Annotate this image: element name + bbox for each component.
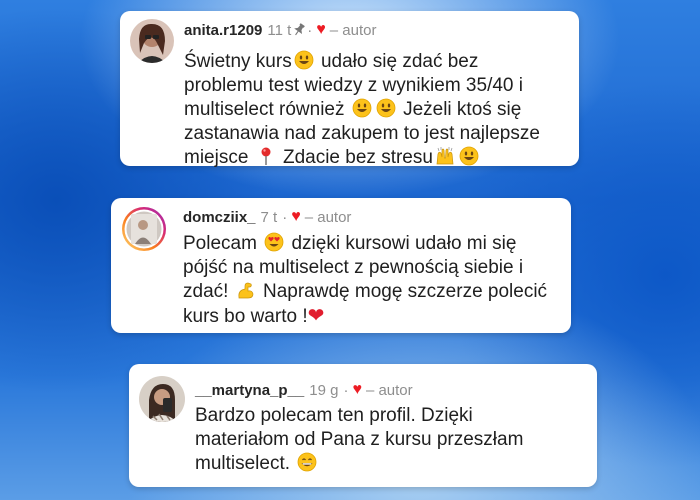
- raising-hands-emoji-icon: [435, 146, 455, 166]
- pin-icon: [292, 23, 306, 37]
- separator-dot: ·: [307, 21, 313, 39]
- liked-heart-icon[interactable]: ♥: [316, 21, 326, 39]
- comment-card: domcziix_ 7 t · ♥ – autor Polecam dzięki…: [111, 198, 571, 333]
- avatar[interactable]: [130, 19, 174, 63]
- separator-dot: ·: [343, 381, 349, 399]
- round-pushpin-emoji-icon: [256, 146, 276, 166]
- author-tag: – autor: [304, 208, 352, 226]
- comment-header: domcziix_ 7 t · ♥ – autor: [183, 208, 351, 226]
- smiley-emoji-icon: [376, 98, 396, 118]
- comment-header: anita.r1209 11 t · ♥ – autor: [184, 21, 377, 39]
- timestamp: 7 t: [260, 208, 278, 226]
- timestamp: 11 t: [267, 21, 292, 39]
- author-tag: – autor: [329, 21, 377, 39]
- timestamp: 19 g: [309, 381, 339, 399]
- comment-card: anita.r1209 11 t · ♥ – autor Świetny kur…: [120, 11, 579, 168]
- smiley-emoji-icon: [294, 50, 314, 70]
- red-heart-emoji-icon: ❤: [307, 305, 325, 327]
- comment-text: Świetny kurs udało się zdać bez problemu…: [184, 50, 540, 168]
- comment-text: Bardzo polecam ten profil. Dzięki materi…: [195, 405, 524, 474]
- flexed-biceps-emoji-icon: [236, 280, 256, 300]
- smiley-emoji-icon: [352, 98, 372, 118]
- liked-heart-icon[interactable]: ♥: [291, 208, 301, 226]
- liked-heart-icon[interactable]: ♥: [352, 381, 362, 399]
- comment-card: __martyna_p__ 19 g · ♥ – autor Bardzo po…: [129, 364, 597, 487]
- comment-text: Polecam dzięki kursowi udało mi się pójś…: [183, 232, 548, 327]
- avatar[interactable]: [121, 206, 167, 252]
- username[interactable]: domcziix_: [183, 209, 256, 226]
- author-tag: – autor: [365, 381, 413, 399]
- smiley-emoji-icon: [459, 146, 479, 166]
- username[interactable]: __martyna_p__: [195, 382, 304, 399]
- heart-eyes-emoji-icon: [264, 232, 284, 252]
- grinning-emoji-icon: [297, 452, 317, 472]
- username[interactable]: anita.r1209: [184, 22, 262, 39]
- separator-dot: ·: [282, 208, 288, 226]
- avatar[interactable]: [139, 376, 185, 422]
- comment-header: __martyna_p__ 19 g · ♥ – autor: [195, 381, 413, 399]
